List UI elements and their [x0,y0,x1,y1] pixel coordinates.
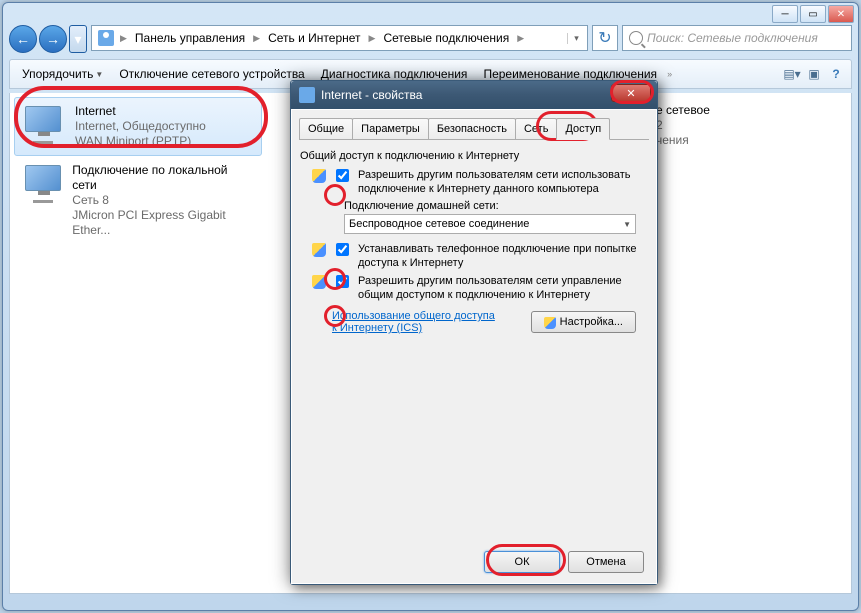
cancel-button[interactable]: Отмена [568,551,644,573]
connection-device: JMicron PCI Express Gigabit Ether... [72,208,255,238]
connection-icon [21,163,62,203]
dialog-close-button[interactable]: ✕ [611,84,651,102]
properties-dialog: Internet - свойства ✕ Общие Параметры Бе… [290,80,658,585]
nav-forward-button[interactable]: → [39,25,67,53]
home-network-label: Подключение домашней сети: [344,200,648,212]
allow-control-checkbox[interactable] [336,275,349,288]
breadcrumb-network-internet[interactable]: Сеть и Интернет [262,31,366,45]
connection-device: WAN Miniport (PPTP) [75,134,206,149]
ok-button[interactable]: ОК [484,551,560,573]
organize-button[interactable]: Упорядочить▼ [14,63,111,85]
nav-back-button[interactable]: ← [9,25,37,53]
view-mode-button[interactable]: ▤▾ [781,63,803,85]
connection-status: 2 [656,118,844,133]
dialog-titlebar[interactable]: Internet - свойства ✕ [291,81,657,109]
connection-name: Подключение по локальной сети [72,163,255,193]
tab-parameters[interactable]: Параметры [352,118,429,139]
allow-control-row: Разрешить другим пользователям сети упра… [312,274,648,302]
refresh-button[interactable]: ↻ [592,25,618,51]
breadcrumb-network-connections[interactable]: Сетевые подключения [377,31,515,45]
search-icon [629,31,643,45]
settings-button[interactable]: Настройка... [531,311,636,333]
connection-status: Сеть 8 [72,193,255,208]
dialog-tabs: Общие Параметры Безопасность Сеть Доступ [299,118,649,140]
connection-item-internet[interactable]: Internet Internet, Общедоступно WAN Mini… [14,97,262,156]
connection-item-lan[interactable]: Подключение по локальной сети Сеть 8 JMi… [14,156,262,245]
disable-device-button[interactable]: Отключение сетевого устройства [111,63,312,85]
allow-control-label: Разрешить другим пользователям сети упра… [358,274,648,302]
allow-sharing-checkbox[interactable] [336,169,349,182]
dialog-body: Общие Параметры Безопасность Сеть Доступ… [291,109,657,584]
dialog-icon [299,87,315,103]
window-titlebar: ─ ▭ ✕ [3,3,858,25]
preview-pane-button[interactable]: ▣ [803,63,825,85]
search-placeholder: Поиск: Сетевые подключения [647,31,818,45]
bc-sep: ▶ [367,33,378,44]
group-label: Общий доступ к подключению к Интернету [300,150,648,162]
bc-sep: ▶ [118,33,129,44]
ics-help-link[interactable]: Использование общего доступа к Интернету… [332,310,502,334]
shield-icon [312,275,326,289]
allow-sharing-row: Разрешить другим пользователям сети испо… [312,168,648,196]
toolbar-overflow[interactable]: » [665,69,674,79]
close-button[interactable]: ✕ [828,5,854,23]
maximize-button[interactable]: ▭ [800,5,826,23]
allow-sharing-label: Разрешить другим пользователям сети испо… [358,168,648,196]
breadcrumb-control-panel[interactable]: Панель управления [129,31,251,45]
ics-group: Общий доступ к подключению к Интернету Р… [300,150,648,334]
home-network-select[interactable]: Беспроводное сетевое соединение ▼ [344,214,636,234]
connection-item-wireless-partial[interactable]: е сетевое 2 чения [650,93,850,158]
address-bar-row: ← → ▾ ▶ Панель управления ▶ Сеть и Интер… [9,25,852,55]
shield-icon [312,243,326,257]
tab-network[interactable]: Сеть [515,118,557,139]
connection-icon [21,104,65,144]
dial-on-demand-checkbox[interactable] [336,243,349,256]
breadcrumb-dropdown[interactable]: ▾ [567,33,585,44]
dialog-title: Internet - свойства [321,88,422,102]
dial-on-demand-row: Устанавливать телефонное подключение при… [312,242,648,270]
shield-icon [312,169,326,183]
search-input[interactable]: Поиск: Сетевые подключения [622,25,852,51]
dialog-footer: ОК Отмена [484,551,644,573]
connection-status: Internet, Общедоступно [75,119,206,134]
dial-on-demand-label: Устанавливать телефонное подключение при… [358,242,648,270]
tab-general[interactable]: Общие [299,118,353,139]
shield-icon [544,317,556,329]
connection-device: чения [656,133,844,148]
connection-name: е сетевое [656,103,844,118]
chevron-down-icon: ▼ [623,220,631,229]
breadcrumb[interactable]: ▶ Панель управления ▶ Сеть и Интернет ▶ … [91,25,588,51]
nav-history-button[interactable]: ▾ [69,25,87,53]
nc-icon [98,30,114,46]
home-network-value: Беспроводное сетевое соединение [349,218,529,230]
tab-security[interactable]: Безопасность [428,118,516,139]
tab-sharing[interactable]: Доступ [556,118,610,140]
bc-sep: ▶ [251,33,262,44]
ics-link-row: Использование общего доступа к Интернету… [332,310,636,334]
bc-sep: ▶ [515,33,526,44]
connection-name: Internet [75,104,206,119]
help-button[interactable]: ? [825,63,847,85]
minimize-button[interactable]: ─ [772,5,798,23]
